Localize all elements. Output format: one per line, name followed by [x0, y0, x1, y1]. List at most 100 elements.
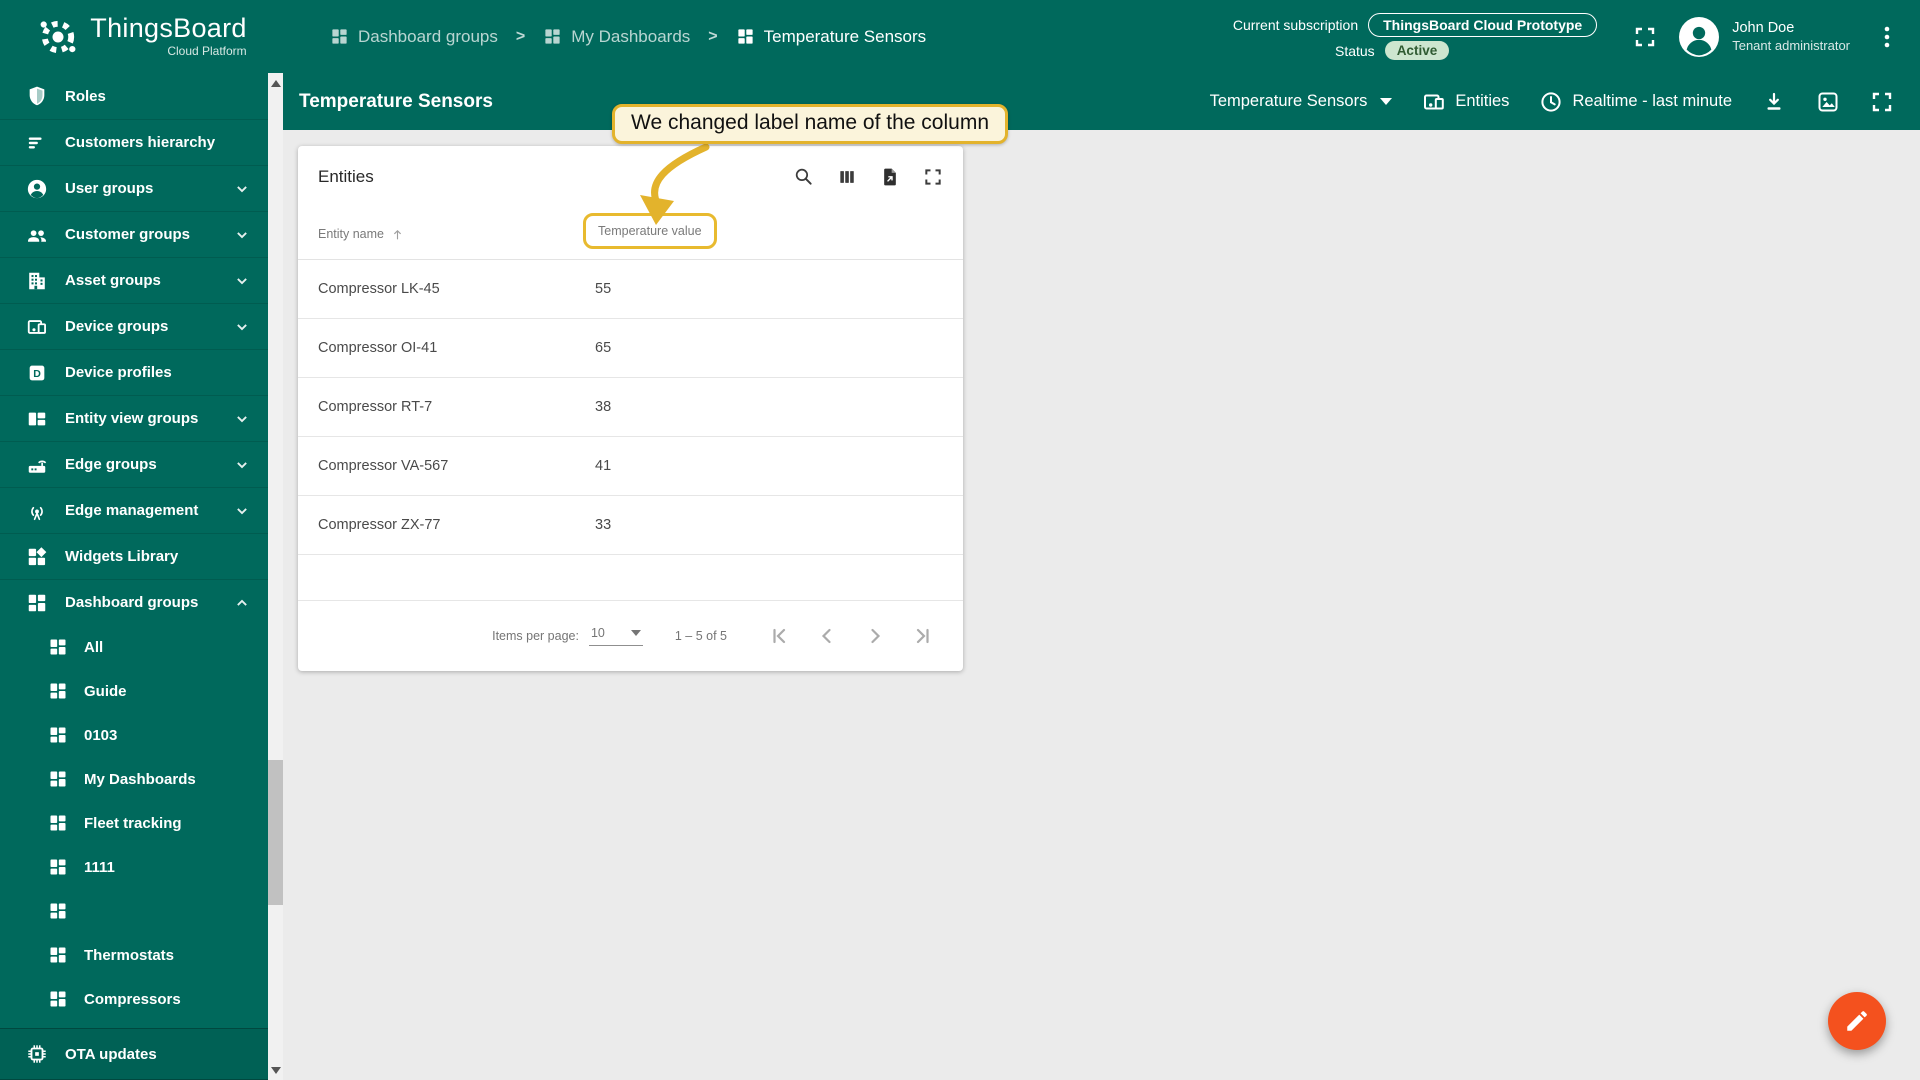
chevron-down-icon	[232, 317, 252, 337]
paginator-range: 1 – 5 of 5	[674, 629, 727, 643]
sidebar-item-entity-view-groups[interactable]: Entity view groups	[0, 395, 268, 441]
sidebar-item-user-groups[interactable]: User groups	[0, 165, 268, 211]
temperature-value-cell: 65	[595, 340, 612, 356]
column-header-entity-name[interactable]: Entity name	[318, 227, 595, 242]
sidebar-item-edge-groups[interactable]: Edge groups	[0, 441, 268, 487]
sidebar-scrollbar[interactable]	[268, 73, 283, 1080]
chevron-down-icon	[232, 225, 252, 245]
sidebar-item-label: Customers hierarchy	[65, 134, 216, 151]
sidebar-item-guide[interactable]: Guide	[0, 669, 268, 713]
dashboard-icon	[50, 771, 66, 787]
temperature-value-cell: 41	[595, 458, 612, 474]
app-logo[interactable]: ThingsBoard Cloud Platform	[0, 0, 283, 73]
columns-button[interactable]	[837, 167, 857, 187]
thingsboard-logo-icon	[40, 20, 76, 53]
breadcrumb-dashboard-groups[interactable]: Dashboard groups	[330, 27, 498, 47]
table-header-row: Entity name Temperature value	[298, 209, 963, 260]
sidebar-item-label: Customer groups	[65, 226, 191, 243]
sidebar-item-ota-updates[interactable]: OTA updates	[0, 1028, 268, 1080]
sidebar-item-all[interactable]: All	[0, 625, 268, 669]
widget-fullscreen-button[interactable]	[923, 167, 943, 187]
entities-filter-button[interactable]: Entities	[1422, 90, 1509, 114]
widget-title: Entities	[318, 166, 374, 186]
kebab-icon	[1884, 26, 1890, 47]
previous-page-button[interactable]	[815, 624, 839, 648]
chevron-up-icon	[232, 593, 252, 613]
chevron-down-icon	[232, 179, 252, 199]
callout-text: We changed label name of the column	[631, 111, 990, 134]
column-header-temperature-value[interactable]: Temperature value	[583, 209, 963, 259]
sidebar-item-fleet-tracking[interactable]: Fleet tracking	[0, 801, 268, 845]
subscription-badge[interactable]: ThingsBoard Cloud Prototype	[1368, 13, 1598, 37]
table-row[interactable]: Compressor ZX-77 33	[298, 496, 963, 555]
first-page-button[interactable]	[767, 624, 791, 648]
dashboard-fullscreen-button[interactable]	[1870, 90, 1894, 114]
dashboard-icon	[50, 815, 66, 831]
sidebar-item-label: User groups	[65, 180, 154, 197]
devices-icon	[1424, 94, 1445, 109]
app-name: ThingsBoard	[90, 13, 247, 43]
sidebar-item-device-groups[interactable]: Device groups	[0, 303, 268, 349]
sidebar-item-label: Guide	[84, 682, 127, 700]
next-page-button[interactable]	[863, 624, 887, 648]
table-row[interactable]: Compressor VA-567 41	[298, 437, 963, 496]
breadcrumb-temperature-sensors[interactable]: Temperature Sensors	[736, 27, 926, 47]
last-page-button[interactable]	[911, 624, 935, 648]
widget-actions	[793, 166, 943, 187]
dashboard-image-button[interactable]	[1816, 90, 1840, 114]
sidebar-item-customers-hierarchy[interactable]: Customers hierarchy	[0, 119, 268, 165]
widgets-icon	[28, 546, 47, 565]
breadcrumb-my-dashboards[interactable]: My Dashboards	[543, 27, 690, 47]
avatar[interactable]	[1679, 16, 1720, 57]
export-csv-button[interactable]	[880, 167, 900, 187]
caret-down-icon	[1380, 98, 1393, 105]
sidebar-item-customer-groups[interactable]: Customer groups	[0, 211, 268, 257]
fullscreen-icon	[925, 168, 941, 185]
table-row[interactable]: Compressor OI-41 65	[298, 319, 963, 378]
sidebar-item-compressors[interactable]: Compressors	[0, 977, 268, 1021]
sidebar-item-widgets-library[interactable]: Widgets Library	[0, 533, 268, 579]
page-size-select[interactable]: 10	[588, 626, 643, 646]
sidebar-item-my-dashboards[interactable]: My Dashboards	[0, 757, 268, 801]
user-groups-icon	[27, 179, 47, 198]
sidebar-item-label: 0103	[84, 726, 118, 744]
chevron-down-icon	[232, 455, 252, 475]
scroll-down-arrow[interactable]	[268, 1062, 283, 1078]
highlight-box: Temperature value	[583, 213, 717, 249]
fullscreen-button[interactable]	[1633, 25, 1657, 49]
customer-groups-icon	[28, 229, 46, 242]
sidebar-item-roles[interactable]: Roles	[0, 73, 268, 119]
last-page-icon	[916, 628, 929, 644]
dashboard-canvas: Entities Entity name Temperature value C…	[283, 130, 1920, 1080]
sidebar-item-unnamed[interactable]	[0, 889, 268, 933]
sidebar-item-edge-management[interactable]: Edge management	[0, 487, 268, 533]
scrollbar-thumb[interactable]	[268, 760, 283, 905]
sidebar-item-thermostats[interactable]: Thermostats	[0, 933, 268, 977]
temperature-value-cell: 38	[595, 399, 612, 415]
search-button[interactable]	[793, 166, 814, 187]
column-label: Temperature value	[598, 224, 702, 238]
column-label: Entity name	[318, 227, 385, 241]
scroll-up-arrow[interactable]	[268, 75, 283, 91]
search-icon	[795, 168, 812, 185]
dashboard-state-selector[interactable]: Temperature Sensors	[1210, 92, 1393, 111]
toolbar-actions: Temperature Sensors Entities Realtime - …	[1210, 90, 1920, 114]
entity-name-cell: Compressor RT-7	[318, 399, 433, 415]
subscription-block: Current subscription ThingsBoard Cloud P…	[1233, 13, 1598, 60]
table-filler	[298, 555, 963, 601]
sidebar-item-asset-groups[interactable]: Asset groups	[0, 257, 268, 303]
sidebar-item-device-profiles[interactable]: D Device profiles	[0, 349, 268, 395]
timewindow-button[interactable]: Realtime - last minute	[1539, 90, 1732, 114]
header-right: Current subscription ThingsBoard Cloud P…	[1233, 13, 1920, 60]
export-dashboard-button[interactable]	[1762, 90, 1786, 114]
sidebar-item-1111[interactable]: 1111	[0, 845, 268, 889]
sidebar-item-0103[interactable]: 0103	[0, 713, 268, 757]
sidebar-item-dashboard-groups[interactable]: Dashboard groups	[0, 579, 268, 625]
entity-name-cell: Compressor ZX-77	[318, 517, 441, 533]
chevron-down-icon	[232, 409, 252, 429]
more-menu-button[interactable]	[1878, 20, 1896, 54]
chip-icon	[28, 1045, 46, 1063]
table-row[interactable]: Compressor LK-45 55	[298, 260, 963, 319]
table-row[interactable]: Compressor RT-7 38	[298, 378, 963, 437]
edit-dashboard-fab[interactable]	[1828, 992, 1886, 1050]
